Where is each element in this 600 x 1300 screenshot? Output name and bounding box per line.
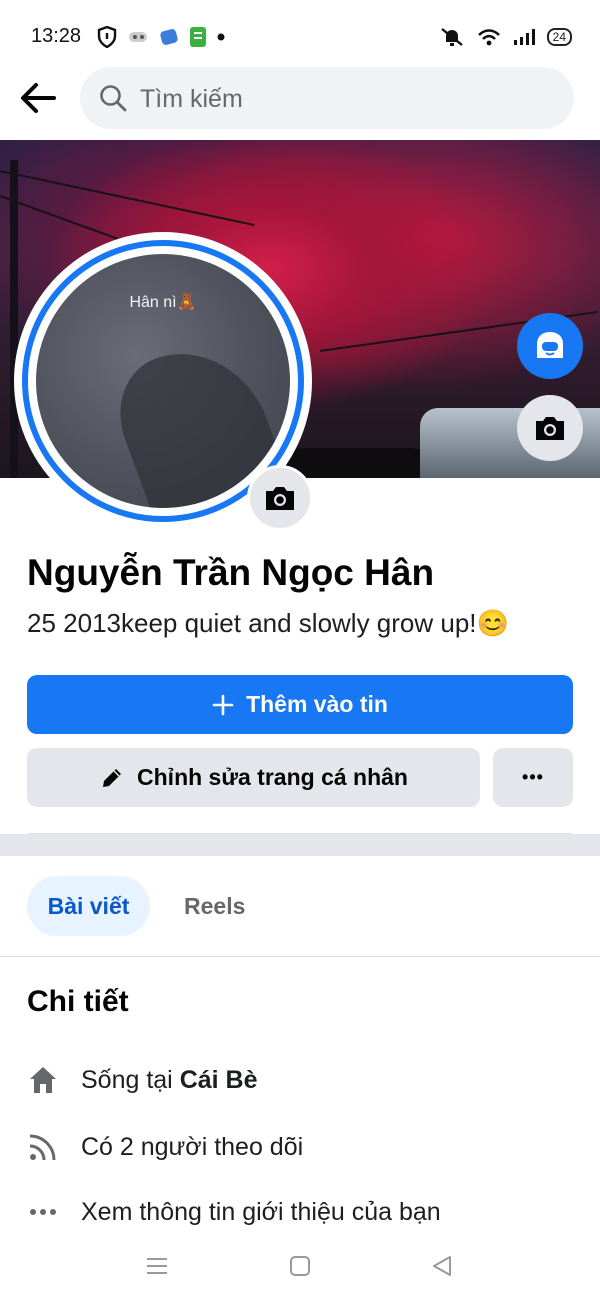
status-bar: 13:28 24 bbox=[0, 0, 600, 72]
detail-about[interactable]: Xem thông tin giới thiệu của bạn bbox=[27, 1196, 441, 1228]
detail-followers[interactable]: Có 2 người theo dõi bbox=[27, 1131, 303, 1163]
status-time: 13:28 bbox=[31, 25, 82, 47]
app-icon bbox=[160, 29, 178, 45]
rss-icon bbox=[27, 1131, 59, 1163]
utility-pole bbox=[10, 160, 18, 478]
camera-icon bbox=[536, 417, 564, 440]
pencil-icon bbox=[103, 768, 122, 787]
edit-profile-label: Chỉnh sửa trang cá nhân bbox=[137, 764, 408, 790]
system-icons: 24 bbox=[439, 26, 572, 48]
top-bar: Tìm kiếm bbox=[0, 64, 600, 134]
profile-photo: Hân nì🧸 bbox=[36, 254, 290, 508]
section-divider bbox=[0, 834, 600, 856]
more-dots-icon: ••• bbox=[522, 767, 544, 787]
search-icon bbox=[100, 85, 127, 112]
wechat-icon bbox=[190, 27, 206, 47]
search-placeholder: Tìm kiếm bbox=[140, 85, 243, 113]
detail-lives-in: Sống tại Cái Bè bbox=[27, 1064, 258, 1096]
lives-in-prefix: Sống tại bbox=[81, 1065, 180, 1094]
arrow-left-icon bbox=[21, 83, 56, 113]
avatar-icon bbox=[537, 332, 563, 358]
tab-reels[interactable]: Reels bbox=[166, 876, 263, 936]
home-button-icon[interactable] bbox=[288, 1254, 312, 1278]
edit-profile-picture-button[interactable] bbox=[247, 465, 313, 531]
followers-text: Có 2 người theo dõi bbox=[81, 1132, 304, 1161]
add-to-story-button[interactable]: Thêm vào tin bbox=[27, 675, 573, 734]
profile-bio: 25 2013keep quiet and slowly grow up!😊 bbox=[27, 608, 509, 638]
tree-silhouette bbox=[280, 448, 440, 478]
camera-icon bbox=[266, 487, 294, 510]
ellipsis-icon bbox=[27, 1196, 59, 1228]
game-icon bbox=[129, 32, 147, 42]
avatar-button[interactable] bbox=[517, 313, 583, 379]
about-text: Xem thông tin giới thiệu của bạn bbox=[81, 1197, 441, 1226]
tab-posts[interactable]: Bài viết bbox=[27, 876, 150, 936]
search-bar[interactable]: Tìm kiếm bbox=[80, 67, 574, 129]
signal-icon bbox=[513, 29, 535, 45]
details-heading: Chi tiết bbox=[27, 985, 129, 1018]
notification-icons bbox=[97, 26, 225, 48]
lives-in-text: Sống tại Cái Bè bbox=[81, 1066, 258, 1095]
system-nav-bar bbox=[0, 1238, 600, 1300]
add-to-story-label: Thêm vào tin bbox=[246, 691, 388, 717]
home-icon bbox=[27, 1064, 59, 1096]
plus-icon bbox=[212, 694, 234, 715]
photo-caption: Hân nì🧸 bbox=[129, 294, 197, 311]
profile-name: Nguyễn Trần Ngọc Hân bbox=[27, 552, 435, 593]
dot-icon bbox=[217, 33, 225, 41]
divider bbox=[0, 956, 600, 957]
wifi-icon bbox=[477, 29, 500, 46]
more-options-button[interactable]: ••• bbox=[493, 748, 573, 807]
back-triangle-icon[interactable] bbox=[430, 1254, 454, 1278]
edit-profile-button[interactable]: Chỉnh sửa trang cá nhân bbox=[27, 748, 480, 807]
lives-in-place[interactable]: Cái Bè bbox=[180, 1066, 258, 1094]
power-line bbox=[0, 170, 255, 227]
mute-bell-icon bbox=[440, 28, 463, 46]
shield-icon bbox=[97, 26, 117, 48]
profile-tabs: Bài viết Reels bbox=[0, 876, 600, 936]
battery-indicator: 24 bbox=[546, 28, 572, 46]
back-button[interactable] bbox=[18, 78, 62, 118]
edit-cover-photo-button[interactable] bbox=[517, 395, 583, 461]
menu-icon[interactable] bbox=[145, 1254, 169, 1278]
